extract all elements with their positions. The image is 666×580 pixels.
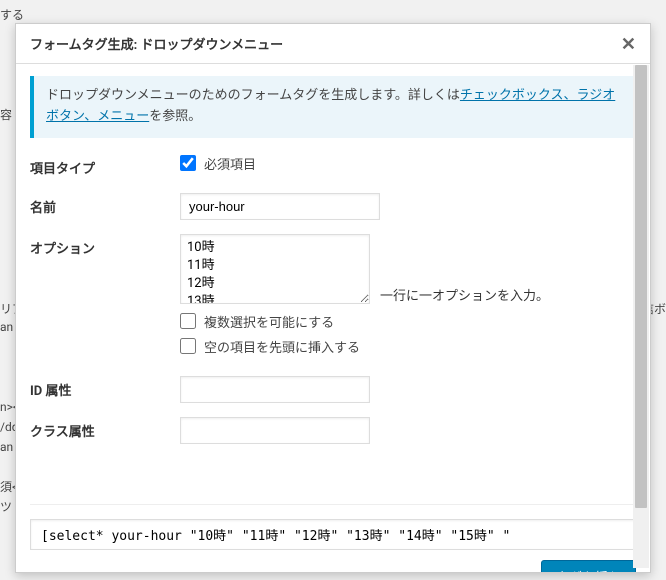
options-textarea[interactable]: 10時 11時 12時 13時 14時 15時 <box>180 234 370 304</box>
label-class: クラス属性 <box>30 417 180 440</box>
modal-overlay: フォームタグ生成: ドロップダウンメニュー ✕ ドロップダウンメニューのためのフ… <box>0 0 666 580</box>
multiple-checkbox[interactable] <box>180 313 196 329</box>
row-class: クラス属性 <box>30 417 636 444</box>
id-input[interactable] <box>180 376 370 403</box>
insert-tag-button[interactable]: タグを挿入 <box>541 560 636 572</box>
multiple-checkbox-label[interactable]: 複数選択を可能にする <box>204 312 334 331</box>
row-id: ID 属性 <box>30 376 636 403</box>
form-tag-modal: フォームタグ生成: ドロップダウンメニュー ✕ ドロップダウンメニューのためのフ… <box>15 23 651 573</box>
scrollbar-thumb[interactable] <box>635 65 647 508</box>
row-type: 項目タイプ 必須項目 <box>30 154 636 179</box>
label-options: オプション <box>30 234 180 257</box>
required-checkbox-row[interactable]: 必須項目 <box>180 154 636 173</box>
modal-body: ドロップダウンメニューのためのフォームタグを生成します。詳しくはチェックボックス… <box>16 64 650 572</box>
notice-text-after: を参照。 <box>149 109 201 124</box>
options-hint: 一行に一オプションを入力。 <box>380 285 549 304</box>
label-type: 項目タイプ <box>30 154 180 177</box>
tag-output[interactable] <box>30 519 636 550</box>
label-id: ID 属性 <box>30 376 180 399</box>
class-input[interactable] <box>180 417 370 444</box>
row-name: 名前 <box>30 193 636 220</box>
scrollbar-track[interactable] <box>633 65 649 568</box>
required-checkbox-label[interactable]: 必須項目 <box>204 154 256 173</box>
blank-checkbox[interactable] <box>180 338 196 354</box>
close-icon[interactable]: ✕ <box>621 35 636 53</box>
output-section: タグを挿入 この項目に入力された値をメールの項目で使用するには、対応するメールタ… <box>30 504 636 572</box>
row-options: オプション 10時 11時 12時 13時 14時 15時 一行に一オプションを… <box>30 234 636 362</box>
notice-text: ドロップダウンメニューのためのフォームタグを生成します。詳しくは <box>46 88 460 103</box>
modal-title: フォームタグ生成: ドロップダウンメニュー <box>30 34 283 53</box>
label-name: 名前 <box>30 193 180 216</box>
blank-checkbox-row[interactable]: 空の項目を先頭に挿入する <box>180 337 636 356</box>
name-input[interactable] <box>180 193 380 220</box>
modal-header: フォームタグ生成: ドロップダウンメニュー ✕ <box>16 24 650 64</box>
blank-checkbox-label[interactable]: 空の項目を先頭に挿入する <box>204 337 360 356</box>
required-checkbox[interactable] <box>180 155 196 171</box>
notice-box: ドロップダウンメニューのためのフォームタグを生成します。詳しくはチェックボックス… <box>30 76 636 138</box>
multiple-checkbox-row[interactable]: 複数選択を可能にする <box>180 312 636 331</box>
